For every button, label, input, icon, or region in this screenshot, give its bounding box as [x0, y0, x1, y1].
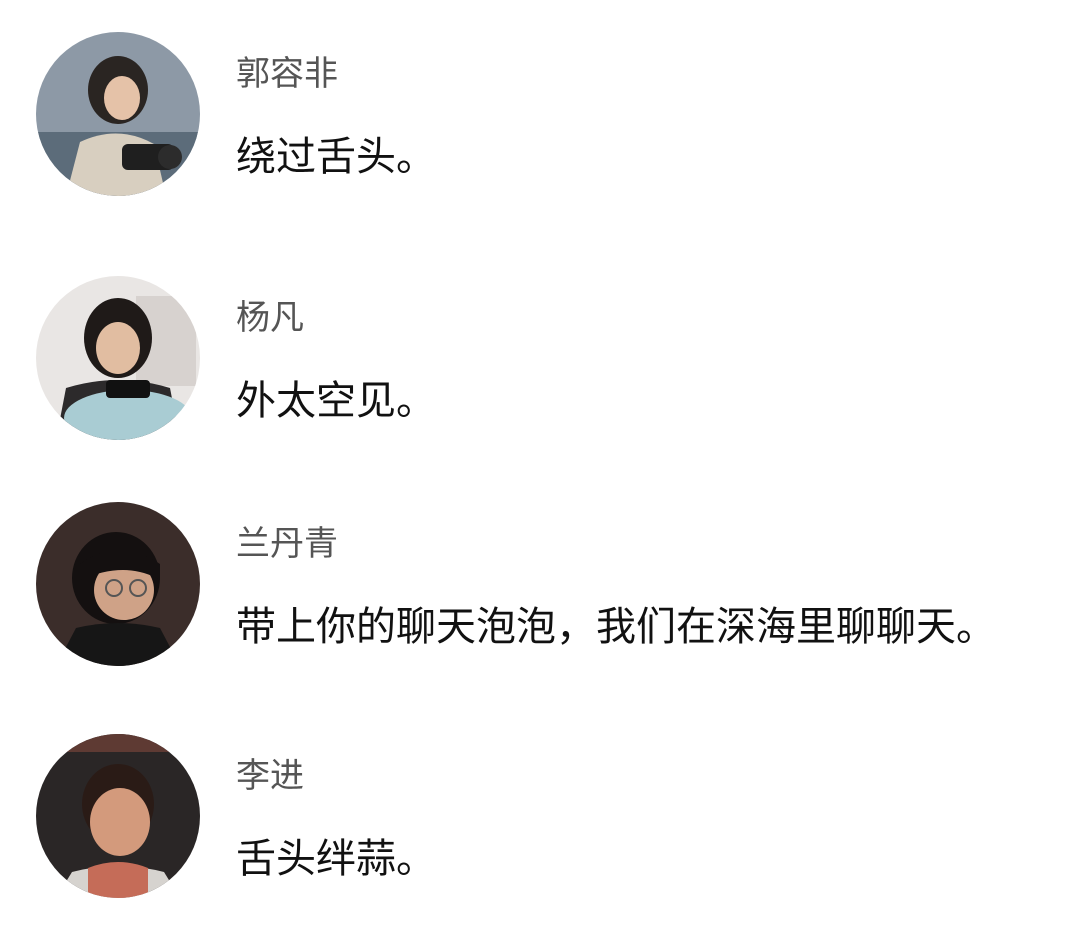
sender-name: 李进 — [236, 756, 304, 796]
message-text: 外太空见。 — [236, 378, 436, 424]
sender-name: 郭容非 — [236, 54, 338, 94]
profile-photo-icon — [36, 276, 200, 440]
message-text: 带上你的聊天泡泡，我们在深海里聊聊天。 — [236, 604, 996, 650]
chat-list: 郭容非 绕过舌头。 杨凡 外太空见。 兰丹青 带上你的聊天泡泡，我们在深海里聊聊… — [0, 0, 1080, 934]
profile-photo-icon — [36, 734, 200, 898]
sender-name: 兰丹青 — [236, 524, 338, 564]
message-text: 舌头绊蒜。 — [236, 836, 436, 882]
avatar[interactable] — [36, 276, 200, 440]
list-item: 杨凡 外太空见。 — [0, 276, 1080, 466]
profile-photo-icon — [36, 502, 200, 666]
avatar[interactable] — [36, 32, 200, 196]
message-text: 绕过舌头。 — [236, 134, 436, 180]
profile-photo-icon — [36, 32, 200, 196]
sender-name: 杨凡 — [236, 298, 304, 338]
avatar[interactable] — [36, 502, 200, 666]
avatar[interactable] — [36, 734, 200, 898]
list-item: 郭容非 绕过舌头。 — [0, 32, 1080, 222]
list-item: 兰丹青 带上你的聊天泡泡，我们在深海里聊聊天。 — [0, 502, 1080, 692]
list-item: 李进 舌头绊蒜。 — [0, 734, 1080, 924]
